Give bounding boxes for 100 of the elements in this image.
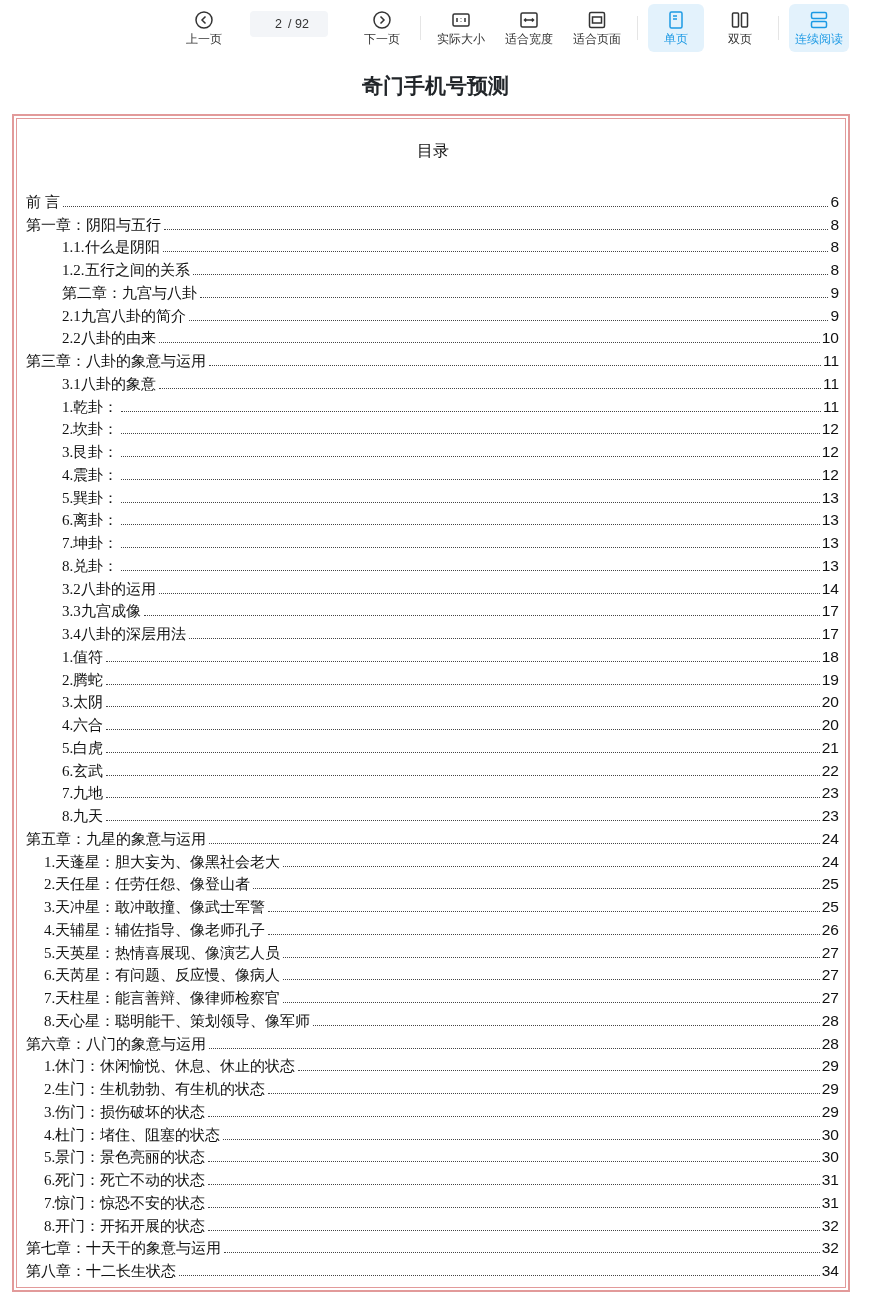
toc-entry[interactable]: 第三章：八卦的象意与运用	[26, 351, 206, 371]
page-number: 32	[821, 1238, 839, 1259]
page-number-field[interactable]: 2	[250, 11, 286, 37]
toc-entry[interactable]: 1.休门：休闲愉悦、休息、休止的状态	[44, 1056, 296, 1077]
page-number: 28	[821, 1033, 839, 1054]
page-number: 13	[821, 533, 839, 553]
toc-entry[interactable]: 第七章：十天干的象意与运用	[26, 1238, 221, 1259]
page-number: 12	[821, 442, 839, 462]
toc-entry[interactable]: 2.天任星：任劳任怨、像登山者	[44, 874, 251, 895]
toc-entry[interactable]: 2.1九宫八卦的简介	[62, 305, 186, 326]
page-number: 12	[821, 419, 839, 440]
page-number: 30	[821, 1124, 839, 1145]
toc-entry[interactable]: 1.2.五行之间的关系	[62, 260, 190, 280]
toc-entry[interactable]: 1.天蓬星：胆大妄为、像黑社会老大	[44, 851, 281, 872]
toc-entry[interactable]: 6.天芮星：有问题、反应慢、像病人	[44, 965, 281, 986]
page-number: 20	[821, 692, 839, 713]
toc-entry[interactable]: 7.九地	[62, 783, 104, 804]
toc-entry[interactable]: 第二章：九宫与八卦	[62, 282, 197, 303]
page-number: 17	[821, 601, 839, 622]
page-number: 30	[821, 1147, 839, 1168]
toolbar-button[interactable]: 适合页面	[567, 4, 627, 52]
page-number: 14	[821, 578, 839, 599]
page-number: 26	[821, 919, 839, 940]
page-number: 13	[821, 510, 839, 531]
chevron-left-icon	[194, 9, 214, 30]
page-number: 31	[821, 1192, 839, 1213]
toc-entry[interactable]: 2.腾蛇	[62, 669, 104, 690]
toc-entry[interactable]: 8.兑卦：	[62, 555, 119, 576]
page-number: 8	[830, 237, 839, 258]
toc-entry[interactable]: 2.坎卦：	[62, 419, 119, 440]
toc-entry[interactable]: 4.天辅星：辅佐指导、像老师孔子	[44, 919, 266, 940]
toolbar-button[interactable]: 下一页	[354, 4, 410, 52]
toc-heading: 目录	[416, 142, 449, 159]
page-number: 13	[821, 487, 839, 508]
toc-entry[interactable]: 1.1.什么是阴阳	[62, 237, 160, 258]
toc-entry[interactable]: 8.天心星：聪明能干、策划领导、像军师	[44, 1010, 311, 1031]
toc-entry[interactable]: 3.伤门：损伤破坏的状态	[44, 1101, 206, 1122]
toc-entry[interactable]: 1.乾卦：	[62, 396, 119, 417]
page-number: 9	[830, 305, 839, 326]
page-number: 29	[821, 1056, 839, 1077]
toc-entry[interactable]: 6.死门：死亡不动的状态	[44, 1170, 206, 1190]
fit-width-icon	[519, 9, 539, 30]
page-number: 23	[821, 806, 839, 826]
chevron-right-icon	[372, 9, 392, 30]
page-number: 18	[821, 646, 839, 667]
continuous-scroll-icon	[809, 9, 829, 30]
page-number: 25	[821, 897, 839, 917]
toc-entry[interactable]: 第八章：十二长生状态	[26, 1261, 176, 1281]
toc-entry[interactable]: 8.九天	[62, 806, 104, 826]
page-number: 23	[821, 783, 839, 804]
document-title: 奇门手机号预测	[360, 73, 510, 100]
page-number: 8	[830, 260, 839, 280]
page-number: 24	[821, 828, 839, 849]
toc-entry[interactable]: 7.惊门：惊恐不安的状态	[44, 1192, 206, 1213]
page-total: / 92	[286, 11, 328, 37]
toc-entry[interactable]: 前 言	[26, 191, 60, 212]
toolbar-button[interactable]: 适合宽度	[499, 4, 559, 52]
page-number: 11	[822, 373, 839, 394]
toc-entry[interactable]: 第六章：八门的象意与运用	[26, 1033, 206, 1054]
toc-entry[interactable]: 3.3九宫成像	[62, 601, 141, 622]
toc-entry[interactable]: 1.值符	[62, 646, 104, 667]
page-number: 21	[821, 737, 839, 758]
toc-entry[interactable]: 7.天柱星：能言善辩、像律师检察官	[44, 988, 281, 1008]
toc-entry[interactable]: 6.玄武	[62, 760, 104, 781]
toc-entry[interactable]: 5.巽卦：	[62, 487, 119, 508]
toc-entry[interactable]: 3.1八卦的象意	[62, 373, 156, 394]
page-number: 34	[821, 1261, 839, 1281]
toc-entry[interactable]: 8.开门：开拓开展的状态	[44, 1215, 206, 1236]
page-number: 27	[821, 942, 839, 963]
toc-entry[interactable]: 3.4八卦的深层用法	[62, 624, 186, 644]
toolbar-button[interactable]: 上一页	[176, 4, 232, 52]
page-number: 27	[821, 965, 839, 986]
toc-entry[interactable]: 3.艮卦：	[62, 442, 119, 462]
toc-entry[interactable]: 第一章：阴阳与五行	[26, 214, 161, 235]
page-number: 31	[821, 1170, 839, 1190]
toc-entry[interactable]: 7.坤卦：	[62, 533, 119, 553]
page-number: 9	[830, 282, 839, 303]
page-number: 12	[821, 464, 839, 485]
toc-entry[interactable]: 6.离卦：	[62, 510, 119, 531]
page-number: 22	[821, 760, 839, 781]
toc-entry[interactable]: 第五章：九星的象意与运用	[26, 828, 206, 849]
toc-entry[interactable]: 5.白虎	[62, 737, 104, 758]
single-page-icon	[666, 9, 686, 30]
toc-entry[interactable]: 5.景门：景色亮丽的状态	[44, 1147, 206, 1168]
toolbar-button[interactable]: 实际大小	[431, 4, 491, 52]
toc-entry[interactable]: 3.2八卦的运用	[62, 578, 156, 599]
toc-entry[interactable]: 4.六合	[62, 715, 104, 735]
page-number: 13	[821, 555, 839, 576]
page-number: 28	[821, 1010, 839, 1031]
toc-entry[interactable]: 2.生门：生机勃勃、有生机的状态	[44, 1079, 266, 1099]
toc-entry[interactable]: 4.震卦：	[62, 464, 119, 485]
toc-entry[interactable]: 3.天冲星：敢冲敢撞、像武士军警	[44, 897, 266, 917]
page-number: 20	[821, 715, 839, 735]
toc-entry[interactable]: 3.太阴	[62, 692, 104, 713]
toc-entry[interactable]: 2.2八卦的由来	[62, 328, 156, 349]
page-number: 19	[821, 669, 839, 690]
toc-entry[interactable]: 4.杜门：堵住、阻塞的状态	[44, 1124, 221, 1145]
toc-entry[interactable]: 5.天英星：热情喜展现、像演艺人员	[44, 942, 281, 963]
toolbar-button[interactable]: 双页	[712, 4, 768, 52]
page-number: 27	[821, 988, 839, 1008]
